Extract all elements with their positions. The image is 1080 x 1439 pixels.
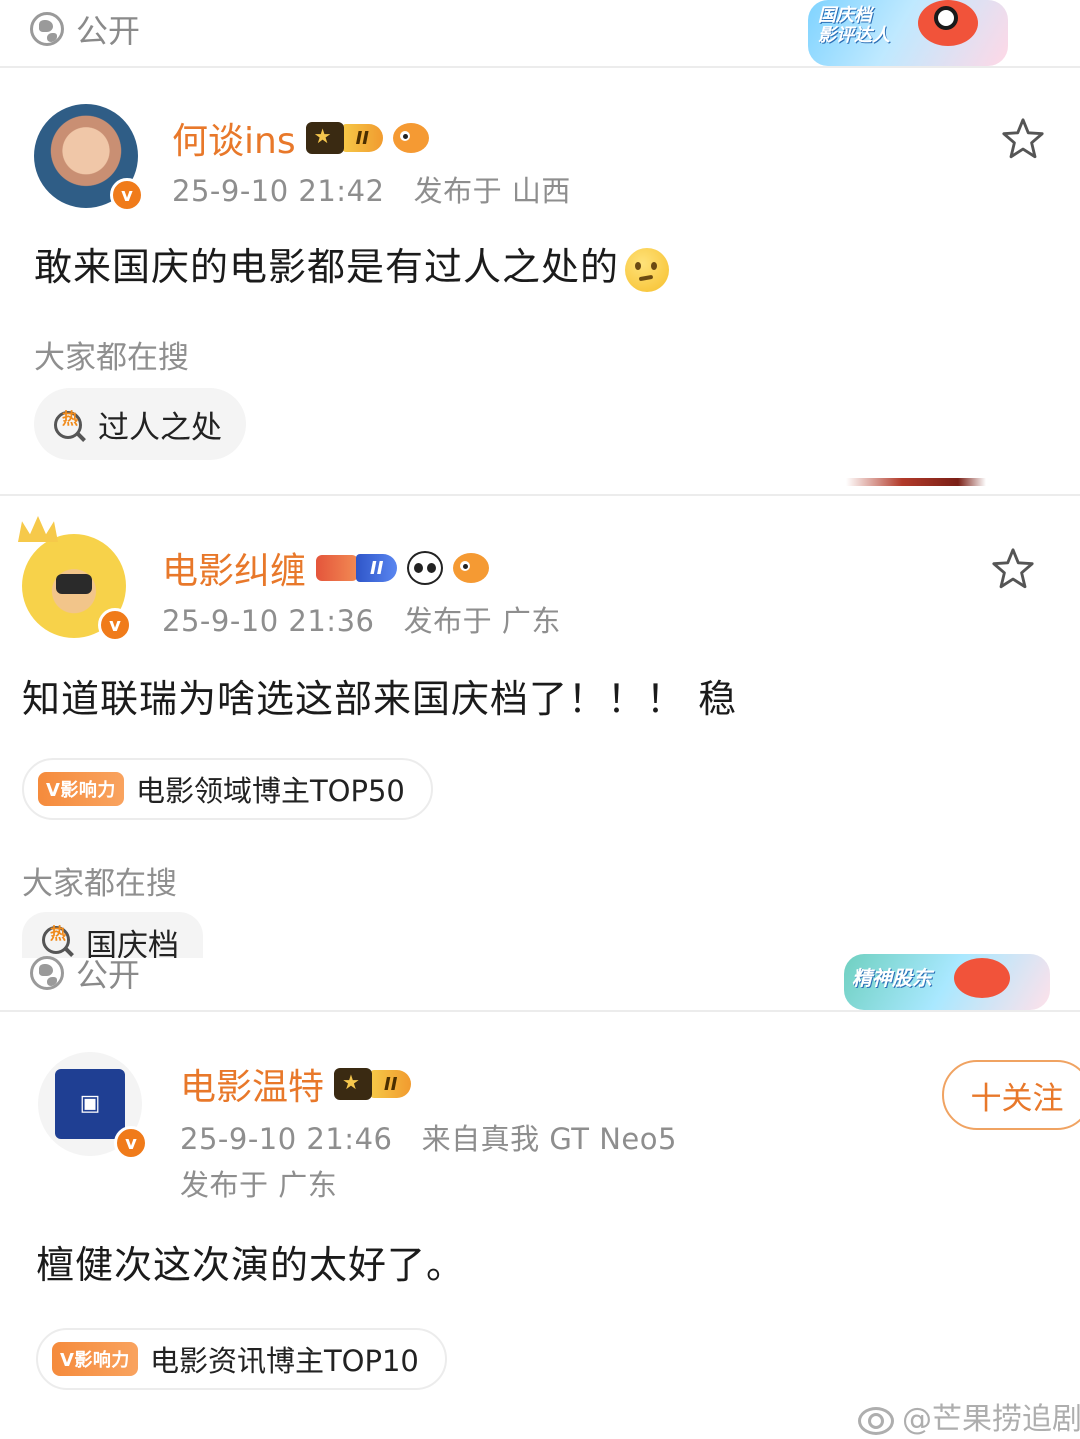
timestamp: 25-9-10 21:46 bbox=[180, 1122, 393, 1156]
event-banner[interactable]: 国庆档 影评达人 bbox=[808, 0, 1008, 66]
crown-icon bbox=[18, 516, 58, 542]
post-meta: 25-9-10 21:36 发布于 广东 bbox=[162, 598, 561, 640]
ribbon-icon bbox=[316, 555, 359, 581]
divider bbox=[0, 494, 1080, 496]
hot-search-icon: 热 bbox=[52, 405, 90, 443]
crown-icon bbox=[305, 122, 344, 154]
location: 发布于 山西 bbox=[413, 174, 571, 208]
avatar[interactable]: v bbox=[18, 516, 132, 642]
timestamp: 25-9-10 21:42 bbox=[172, 174, 385, 208]
star-icon[interactable] bbox=[990, 546, 1036, 592]
location: 发布于 广东 bbox=[403, 604, 561, 638]
hot-search-chip[interactable]: 热 过人之处 bbox=[34, 388, 246, 460]
timestamp: 25-9-10 21:36 bbox=[162, 604, 375, 638]
star-icon[interactable] bbox=[1000, 116, 1046, 162]
mascot-image bbox=[954, 958, 1010, 998]
influence-label: 电影领域博主TOP50 bbox=[135, 774, 405, 808]
banner-label: 精神股东 bbox=[852, 966, 932, 990]
influence-tag: V影响力 bbox=[38, 772, 124, 806]
watermark-text: @芒果捞追剧 bbox=[902, 1402, 1080, 1437]
avatar[interactable]: ▣ v bbox=[38, 1052, 148, 1160]
username-row[interactable]: 电影纠缠 II bbox=[162, 542, 490, 594]
level-badge: II bbox=[316, 551, 398, 585]
event-banner[interactable]: 精神股东 bbox=[844, 954, 1050, 1010]
panda-badge-icon bbox=[407, 551, 444, 585]
verified-badge: v bbox=[114, 1126, 148, 1160]
crown-icon bbox=[334, 1068, 373, 1100]
mascot-eye bbox=[934, 6, 958, 30]
crown-level-badge: II bbox=[305, 121, 383, 155]
fish-badge-icon bbox=[392, 123, 429, 153]
username-row[interactable]: 何谈ins II bbox=[172, 112, 429, 164]
section-label: 大家都在搜 bbox=[22, 866, 177, 902]
post-meta: 25-9-10 21:46 来自真我 GT Neo5 bbox=[180, 1116, 677, 1158]
username[interactable]: 电影温特 bbox=[180, 1058, 324, 1110]
influence-chip[interactable]: V影响力 电影资讯博主TOP10 bbox=[36, 1328, 447, 1390]
influence-tag: V影响力 bbox=[52, 1342, 138, 1376]
globe-icon bbox=[30, 12, 64, 46]
weibo-logo-icon bbox=[856, 1399, 896, 1435]
influence-label: 电影资讯博主TOP10 bbox=[149, 1344, 419, 1378]
visibility-label: 公开 bbox=[76, 12, 141, 50]
globe-icon bbox=[30, 956, 64, 990]
crown-level-badge: II bbox=[334, 1067, 412, 1101]
post-text: 檀健次这次演的太好了。 bbox=[36, 1243, 466, 1287]
hot-search-label: 过人之处 bbox=[98, 409, 222, 446]
visibility-row: 公开 bbox=[30, 6, 140, 52]
visibility-label: 公开 bbox=[76, 956, 141, 994]
influence-chip[interactable]: V影响力 电影领域博主TOP50 bbox=[22, 758, 433, 820]
divider bbox=[0, 66, 1080, 68]
thinking-emoji-icon bbox=[625, 247, 670, 292]
decor-stripe bbox=[846, 478, 986, 486]
username[interactable]: 电影纠缠 bbox=[162, 542, 306, 594]
channel-logo: ▣ bbox=[55, 1069, 125, 1139]
post-meta: 25-9-10 21:42 发布于 山西 bbox=[172, 168, 571, 210]
username-row[interactable]: 电影温特 II bbox=[180, 1058, 412, 1110]
section-label: 大家都在搜 bbox=[34, 340, 189, 376]
device: 来自真我 GT Neo5 bbox=[421, 1122, 677, 1156]
post-text: 知道联瑞为啥选这部来国庆档了！！！ 稳 bbox=[22, 677, 738, 721]
verified-badge: v bbox=[98, 608, 132, 642]
follow-button[interactable]: 十关注 bbox=[942, 1060, 1080, 1130]
fish-badge-icon bbox=[453, 553, 490, 583]
avatar[interactable]: v bbox=[34, 104, 144, 212]
post-text: 敢来国庆的电影都是有过人之处的 bbox=[34, 236, 670, 292]
divider bbox=[0, 1010, 1080, 1012]
verified-badge: v bbox=[110, 178, 144, 212]
banner-label: 国庆档 影评达人 bbox=[818, 5, 890, 46]
username[interactable]: 何谈ins bbox=[172, 112, 296, 164]
location: 发布于 广东 bbox=[180, 1168, 338, 1202]
visibility-row: 公开 bbox=[30, 950, 140, 996]
watermark: @芒果捞追剧 bbox=[856, 1394, 1080, 1438]
